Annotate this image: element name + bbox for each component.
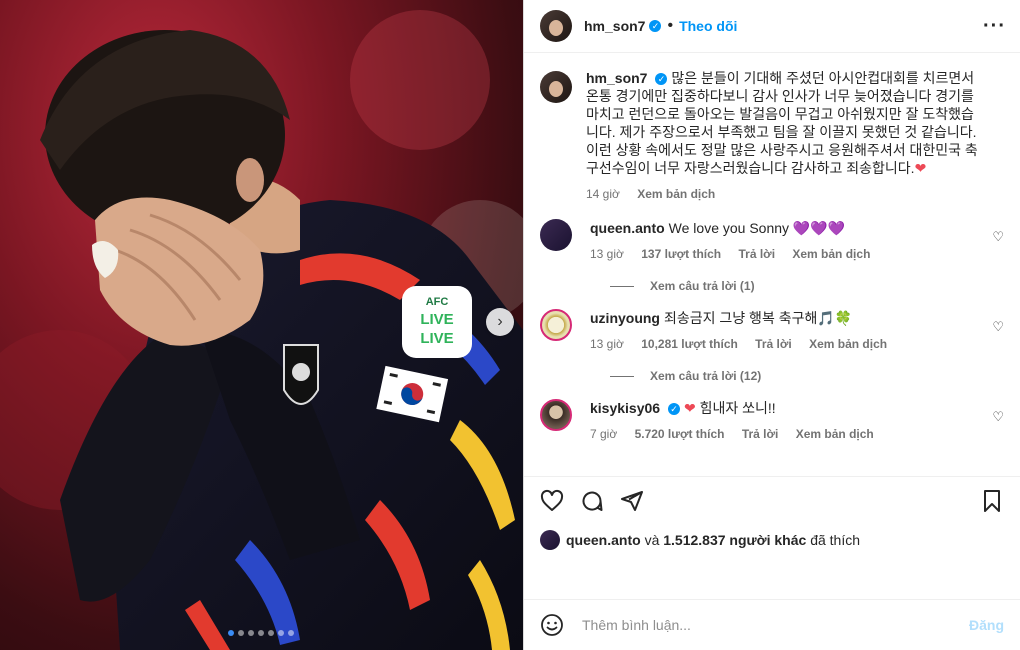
carousel-dot	[288, 630, 294, 636]
reply-link[interactable]: Trả lời	[738, 247, 775, 261]
avatar[interactable]	[540, 309, 572, 341]
caption-author[interactable]: hm_son7	[586, 70, 647, 86]
comment-meta: 13 giờ 137 lượt thích Trả lời Xem bản dị…	[590, 245, 970, 263]
comment-body: queen.anto We love you Sonny 💜💜💜 13 giờ 1…	[590, 219, 970, 263]
view-replies-link[interactable]: Xem câu trả lời (1)	[610, 279, 1004, 293]
likes-conjunction: và	[644, 532, 660, 548]
view-replies-link[interactable]: Xem câu trả lời (12)	[610, 369, 1004, 383]
emoji-icon[interactable]	[540, 613, 564, 637]
reply-link[interactable]: Trả lời	[755, 337, 792, 351]
svg-text:AFC: AFC	[426, 296, 449, 308]
carousel-dot	[278, 630, 284, 636]
next-slide-button[interactable]: ›	[486, 308, 514, 336]
comment-input[interactable]	[580, 616, 969, 634]
comment-text: We love you Sonny 💜💜💜	[668, 220, 846, 236]
comment-text: 죄송금지 그냥 행복 축구해🎵🍀	[664, 310, 853, 326]
verified-badge-icon: ✓	[655, 73, 668, 86]
avatar[interactable]	[540, 219, 572, 251]
timestamp: 13 giờ	[590, 337, 624, 351]
liker-username[interactable]: queen.anto	[566, 532, 641, 548]
svg-text:LIVE: LIVE	[420, 311, 453, 328]
divider	[610, 285, 634, 287]
author-username[interactable]: hm_son7	[584, 18, 645, 34]
comment-item: kisykisy06 ✓ ❤ 힘내자 쏘니!! 7 giờ 5.720 lượt …	[540, 399, 1004, 443]
post-photo: AFC LIVE LIVE ›	[0, 0, 523, 650]
comment-icon[interactable]	[580, 489, 604, 513]
carousel-dot	[258, 630, 264, 636]
translate-link[interactable]: Xem bản dịch	[792, 247, 870, 261]
caption-meta: 14 giờ Xem bản dịch	[586, 185, 986, 203]
view-replies-label: Xem câu trả lời (12)	[650, 369, 762, 383]
post-comment-button[interactable]: Đăng	[969, 617, 1004, 633]
carousel-dot	[238, 630, 244, 636]
timestamp: 14 giờ	[586, 187, 620, 201]
svg-text:LIVE: LIVE	[420, 330, 453, 347]
likes-count[interactable]: 5.720 lượt thích	[635, 427, 725, 441]
likes-others-link[interactable]: 1.512.837 người khác	[663, 532, 806, 548]
divider	[610, 375, 634, 377]
heart-emoji: ❤	[683, 400, 696, 416]
verified-badge-icon: ✓	[668, 403, 681, 416]
comment-username[interactable]: uzinyoung	[590, 310, 660, 326]
caption-body: hm_son7 ✓ 많은 분들이 기대해 주셨던 아시안컵대회를 치르면서 온통 …	[586, 69, 986, 203]
avatar[interactable]	[540, 71, 572, 103]
comment-item: queen.anto We love you Sonny 💜💜💜 13 giờ 1…	[540, 219, 1004, 263]
player-photo-illustration: AFC LIVE LIVE	[0, 10, 523, 650]
carousel-dot	[228, 630, 234, 636]
heart-icon[interactable]: ♡	[992, 409, 1004, 425]
likes-summary: queen.anto và 1.512.837 người khác đã th…	[524, 525, 1020, 555]
comment-text: 힘내자 쏘니!!	[699, 400, 776, 416]
comment-body: uzinyoung 죄송금지 그냥 행복 축구해🎵🍀 13 giờ 10,281 …	[590, 309, 970, 353]
post-actions-bar	[524, 476, 1020, 525]
instagram-post-view: AFC LIVE LIVE › hm_son7 ✓ • Theo dõi ···…	[0, 0, 1020, 650]
translate-link[interactable]: Xem bản dịch	[809, 337, 887, 351]
comment-composer: Đăng	[524, 599, 1020, 650]
separator-dot: •	[667, 17, 674, 34]
post-side-panel: hm_son7 ✓ • Theo dõi ··· hm_son7 ✓ 많은 분들이…	[523, 0, 1020, 650]
heart-emoji: ❤	[914, 160, 927, 176]
translate-link[interactable]: Xem bản dịch	[796, 427, 874, 441]
chevron-right-icon: ›	[497, 313, 503, 330]
share-icon[interactable]	[620, 489, 644, 513]
comments-scroll-area[interactable]: hm_son7 ✓ 많은 분들이 기대해 주셨던 아시안컵대회를 치르면서 온통 …	[524, 53, 1020, 476]
post-header: hm_son7 ✓ • Theo dõi ···	[524, 0, 1020, 53]
avatar[interactable]	[540, 530, 560, 550]
follow-button[interactable]: Theo dõi	[679, 18, 737, 34]
comment-item: uzinyoung 죄송금지 그냥 행복 축구해🎵🍀 13 giờ 10,281 …	[540, 309, 1004, 353]
reply-link[interactable]: Trả lời	[742, 427, 779, 441]
comment-body: kisykisy06 ✓ ❤ 힘내자 쏘니!! 7 giờ 5.720 lượt …	[590, 399, 970, 443]
timestamp: 13 giờ	[590, 247, 624, 261]
carousel-indicator	[228, 630, 294, 636]
post-caption: hm_son7 ✓ 많은 분들이 기대해 주셨던 아시안컵대회를 치르면서 온통 …	[540, 69, 1004, 203]
carousel-dot	[248, 630, 254, 636]
comment-username[interactable]: queen.anto	[590, 220, 665, 236]
avatar[interactable]	[540, 399, 572, 431]
view-replies-label: Xem câu trả lời (1)	[650, 279, 755, 293]
carousel-dot	[268, 630, 274, 636]
timestamp: 7 giờ	[590, 427, 618, 441]
verified-badge-icon: ✓	[649, 20, 662, 32]
heart-icon[interactable]: ♡	[992, 229, 1004, 245]
likes-count[interactable]: 137 lượt thích	[641, 247, 721, 261]
likes-count[interactable]: 10,281 lượt thích	[641, 337, 738, 351]
comment-meta: 7 giờ 5.720 lượt thích Trả lời Xem bản d…	[590, 425, 970, 443]
heart-icon[interactable]: ♡	[992, 319, 1004, 335]
comment-username[interactable]: kisykisy06	[590, 400, 660, 416]
avatar[interactable]	[540, 10, 572, 42]
likes-suffix: đã thích	[810, 532, 861, 548]
heart-icon[interactable]	[540, 489, 564, 513]
bookmark-icon[interactable]	[980, 489, 1004, 513]
translate-link[interactable]: Xem bản dịch	[637, 187, 715, 201]
more-options-icon[interactable]: ···	[983, 15, 1006, 38]
comment-meta: 13 giờ 10,281 lượt thích Trả lời Xem bản…	[590, 335, 970, 353]
